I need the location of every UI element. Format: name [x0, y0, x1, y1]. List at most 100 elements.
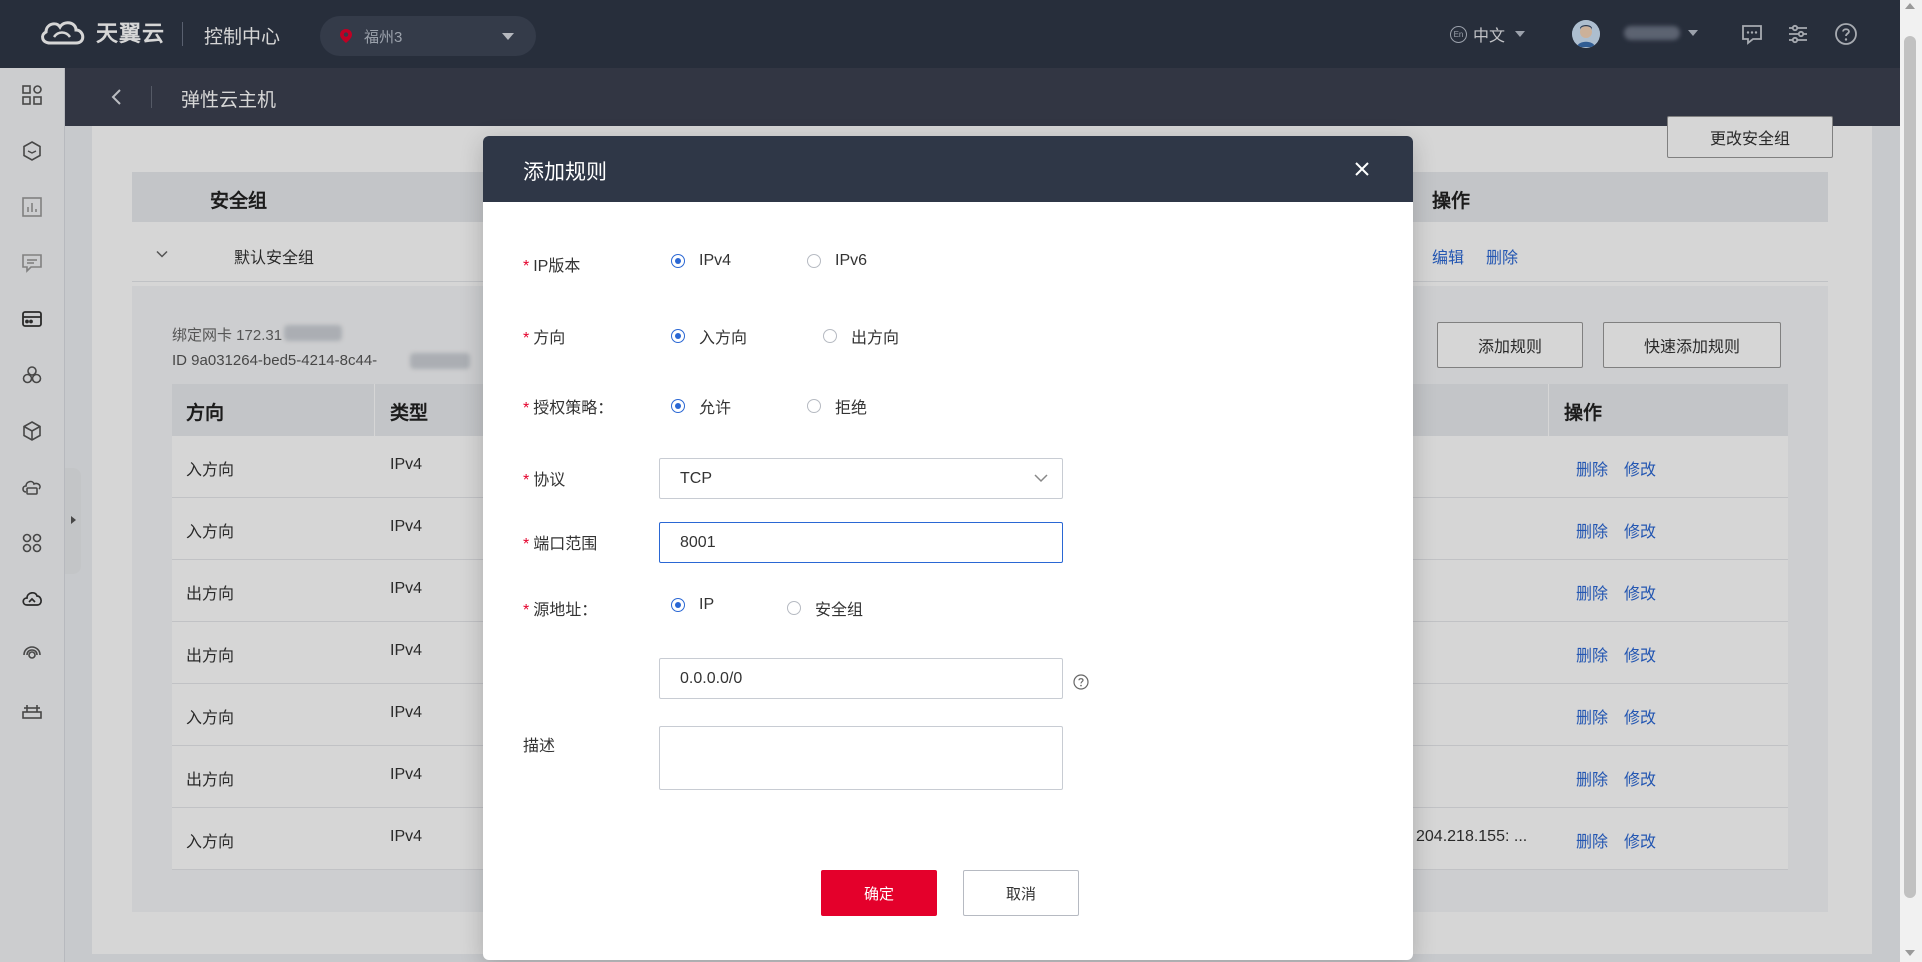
modify-link[interactable]: 修改 [1624, 456, 1656, 480]
server-icon[interactable] [21, 308, 43, 330]
label-text: 源地址： [533, 602, 598, 619]
column-actions: 操作 [1432, 191, 1471, 212]
router-icon[interactable] [21, 700, 43, 722]
help-icon[interactable] [1834, 22, 1858, 46]
user-menu-caret-icon[interactable] [1688, 30, 1698, 36]
direction-label: * 方向 [523, 324, 565, 348]
region-selector[interactable]: 福州3 [320, 16, 536, 56]
bound-nic-label: 绑定网卡 172.31 [172, 327, 283, 344]
cloud-network-icon[interactable] [21, 588, 43, 610]
dialog-title: 添加规则 [523, 161, 607, 184]
sub-header: 弹性云主机 [65, 68, 1900, 126]
sidebar-expand-toggle[interactable] [65, 468, 81, 574]
rule-direction: 入方向 [186, 462, 235, 479]
close-icon[interactable] [1351, 158, 1373, 180]
delete-link[interactable]: 删除 [1576, 518, 1608, 542]
rule-source: 204.218.155: ... [1416, 828, 1528, 845]
protocol-select[interactable]: TCP [659, 458, 1063, 499]
hexagon-icon[interactable] [21, 140, 43, 162]
radio-checked-icon [671, 329, 685, 343]
logo[interactable]: 天翼云 [38, 16, 165, 48]
radio-label: 出方向 [851, 330, 900, 347]
radio-label: IPv4 [699, 252, 732, 269]
radio-source-security-group[interactable]: 安全组 [787, 596, 863, 620]
port-range-value: 8001 [680, 533, 716, 551]
delete-link[interactable]: 删除 [1576, 766, 1608, 790]
delete-link[interactable]: 删除 [1576, 642, 1608, 666]
radio-label: 入方向 [699, 330, 748, 347]
radio-unchecked-icon [787, 601, 801, 615]
edit-link[interactable]: 编辑 [1432, 244, 1464, 268]
region-label: 福州3 [364, 28, 403, 46]
modify-link[interactable]: 修改 [1624, 580, 1656, 604]
radio-deny[interactable]: 拒绝 [807, 394, 867, 418]
radio-allow[interactable]: 允许 [671, 394, 731, 418]
modify-link[interactable]: 修改 [1624, 828, 1656, 852]
radio-inbound[interactable]: 入方向 [671, 324, 747, 348]
port-range-input[interactable]: 8001 [659, 522, 1063, 563]
radio-ipv6[interactable]: IPv6 [807, 252, 867, 270]
cluster-icon[interactable] [21, 364, 43, 386]
rule-type: IPv4 [390, 580, 423, 597]
scroll-down-arrow-icon[interactable] [1905, 950, 1915, 956]
radio-ipv4[interactable]: IPv4 [671, 252, 731, 270]
delete-link[interactable]: 删除 [1576, 828, 1608, 852]
dashboard-grid-icon[interactable] [21, 84, 43, 106]
modify-link[interactable]: 修改 [1624, 766, 1656, 790]
apps-icon[interactable] [21, 532, 43, 554]
location-pin-icon [340, 29, 352, 43]
rule-direction: 入方向 [186, 710, 235, 727]
message-icon[interactable] [1740, 22, 1764, 46]
cancel-button[interactable]: 取消 [963, 870, 1079, 916]
radio-outbound[interactable]: 出方向 [823, 324, 899, 348]
settings-sliders-icon[interactable] [1786, 22, 1810, 46]
delete-link[interactable]: 删除 [1576, 456, 1608, 480]
scroll-up-arrow-icon[interactable] [1905, 3, 1915, 9]
scrollbar-thumb[interactable] [1904, 36, 1916, 898]
description-label: 描述 [523, 738, 556, 755]
modify-link[interactable]: 修改 [1624, 518, 1656, 542]
rule-type: IPv4 [390, 642, 423, 659]
description-textarea[interactable] [659, 726, 1063, 790]
radio-label: 允许 [699, 400, 732, 417]
chevron-down-icon[interactable] [156, 248, 168, 260]
required-mark: * [523, 536, 530, 553]
cloud-storage-icon[interactable] [21, 476, 43, 498]
language-label: 中文 [1473, 28, 1506, 45]
quick-add-rule-button[interactable]: 快速添加规则 [1603, 322, 1781, 368]
protocol-value: TCP [680, 469, 712, 487]
delete-link[interactable]: 删除 [1576, 704, 1608, 728]
user-name-redacted[interactable] [1624, 26, 1680, 40]
question-circle-icon[interactable] [1073, 674, 1089, 690]
rule-type: IPv4 [390, 518, 423, 535]
port-range-label: * 端口范围 [523, 530, 597, 554]
rule-type: IPv4 [390, 828, 423, 845]
add-rule-dialog: 添加规则 * IP版本 IPv4 IPv6 * 方向 入方向 出方向 * 授权策略： … [483, 136, 1413, 960]
language-selector[interactable]: En 中文 [1450, 22, 1526, 46]
radio-label: IP [699, 596, 715, 613]
shield-network-icon[interactable] [21, 644, 43, 666]
modify-link[interactable]: 修改 [1624, 704, 1656, 728]
caret-down-icon [1515, 31, 1526, 37]
rule-type: IPv4 [390, 456, 423, 473]
delete-link[interactable]: 删除 [1486, 244, 1518, 268]
header-divider [182, 22, 183, 46]
sub-header-divider [151, 86, 152, 108]
user-avatar[interactable] [1572, 20, 1600, 48]
console-title[interactable]: 控制中心 [204, 22, 280, 49]
back-arrow-icon[interactable] [107, 87, 127, 107]
delete-link[interactable]: 删除 [1576, 580, 1608, 604]
change-security-group-button[interactable]: 更改安全组 [1667, 116, 1833, 158]
chart-icon[interactable] [21, 196, 43, 218]
radio-source-ip[interactable]: IP [671, 596, 714, 614]
confirm-button[interactable]: 确定 [821, 870, 937, 916]
page-title: 弹性云主机 [181, 90, 277, 111]
modify-link[interactable]: 修改 [1624, 642, 1656, 666]
rule-direction: 出方向 [186, 586, 235, 603]
required-mark: * [523, 258, 530, 275]
source-ip-input[interactable]: 0.0.0.0/0 [659, 658, 1063, 699]
cube-icon[interactable] [21, 420, 43, 442]
add-rule-button[interactable]: 添加规则 [1437, 322, 1583, 368]
column-divider [1548, 384, 1549, 436]
chat-icon[interactable] [21, 252, 43, 274]
